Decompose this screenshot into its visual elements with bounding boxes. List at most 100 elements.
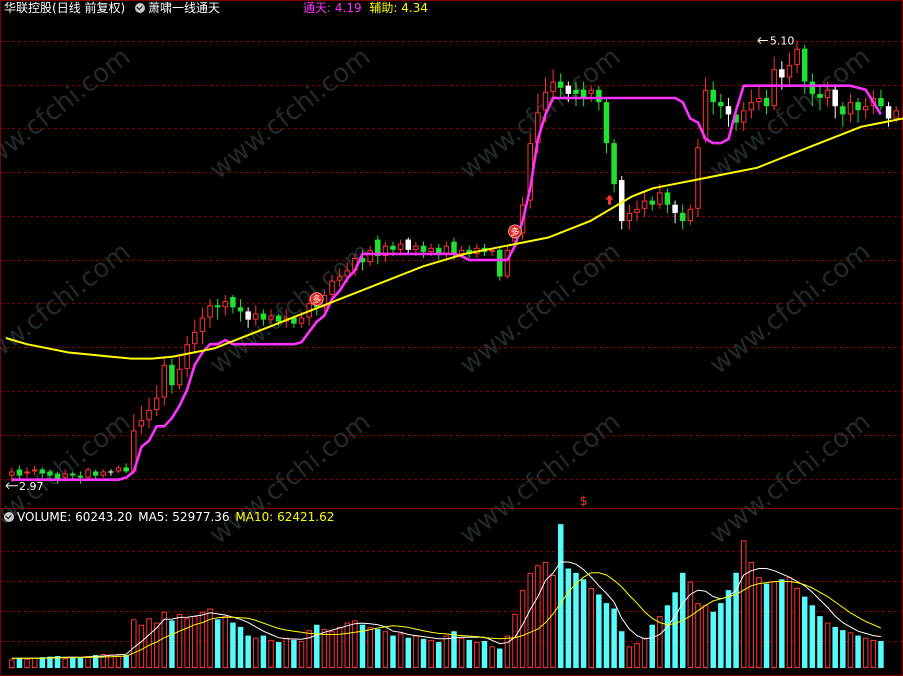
candle[interactable] <box>230 294 236 314</box>
volume-bar[interactable] <box>740 540 747 669</box>
volume-bar[interactable] <box>184 618 190 668</box>
volume-bar[interactable] <box>794 587 800 669</box>
volume-bar[interactable] <box>611 608 617 668</box>
volume-bar[interactable] <box>24 658 30 669</box>
volume-bar[interactable] <box>428 639 434 668</box>
chart-canvas[interactable]: www.cfchi.com www.cfchi.com www.cfchi.com w… <box>0 0 903 676</box>
candle[interactable] <box>847 93 854 123</box>
candle[interactable] <box>740 102 747 131</box>
volume-bar[interactable] <box>16 658 23 668</box>
volume-bar[interactable] <box>672 592 678 668</box>
volume-bar[interactable] <box>420 638 427 668</box>
volume-bar[interactable] <box>169 620 175 668</box>
candle[interactable] <box>611 139 617 193</box>
candle[interactable] <box>397 239 404 254</box>
volume-bar[interactable] <box>176 613 183 668</box>
volume-bar[interactable] <box>9 659 15 668</box>
candle[interactable] <box>756 85 762 111</box>
volume-bar[interactable] <box>214 619 221 668</box>
volume-bar[interactable] <box>458 637 465 668</box>
candle[interactable] <box>214 299 221 320</box>
volume-bar[interactable] <box>550 574 556 669</box>
candle[interactable] <box>725 97 732 127</box>
candle[interactable] <box>855 97 861 123</box>
candle[interactable] <box>626 204 633 230</box>
volume-bar[interactable] <box>451 631 457 668</box>
volume-bar[interactable] <box>725 590 732 668</box>
volume-bar[interactable] <box>199 611 206 668</box>
volume-bar[interactable] <box>626 646 633 668</box>
candle[interactable] <box>108 469 114 476</box>
candle[interactable] <box>687 204 694 226</box>
candle[interactable] <box>16 465 23 480</box>
volume-bar[interactable] <box>771 581 777 669</box>
volume-bar[interactable] <box>436 642 442 668</box>
candle[interactable] <box>176 356 183 390</box>
volume-bar[interactable] <box>321 629 328 668</box>
volume-bar[interactable] <box>756 577 762 669</box>
volume-bar[interactable] <box>413 635 419 668</box>
volume-bar[interactable] <box>275 642 282 668</box>
volume-bar[interactable] <box>512 613 518 668</box>
volume-bar[interactable] <box>710 611 716 668</box>
volume-bar[interactable] <box>573 572 579 668</box>
volume-bar[interactable] <box>649 624 655 668</box>
candle[interactable] <box>771 56 777 111</box>
volume-bar[interactable] <box>481 640 488 668</box>
buy-signal-badge[interactable]: 多 <box>309 292 324 306</box>
volume-bar[interactable] <box>138 624 145 668</box>
candle[interactable] <box>115 465 122 474</box>
candle[interactable] <box>862 97 869 119</box>
volume-bar[interactable] <box>375 629 381 668</box>
candle[interactable] <box>672 200 678 224</box>
volume-bar[interactable] <box>809 605 816 668</box>
candle[interactable] <box>375 235 381 265</box>
candle[interactable] <box>832 85 838 119</box>
volume-bar[interactable] <box>535 565 541 669</box>
volume-bar[interactable] <box>222 616 229 668</box>
candle[interactable] <box>169 358 175 394</box>
volume-bar[interactable] <box>702 605 709 668</box>
price-panel[interactable] <box>5 40 903 484</box>
volume-bar[interactable] <box>283 637 290 668</box>
candle[interactable] <box>679 204 686 230</box>
volume-bar[interactable] <box>786 577 793 669</box>
candle[interactable] <box>504 245 511 279</box>
volume-bar[interactable] <box>405 637 412 668</box>
volume-bar[interactable] <box>39 657 46 668</box>
candle[interactable] <box>748 89 755 119</box>
volume-bar[interactable] <box>131 619 137 668</box>
candle[interactable] <box>649 196 655 211</box>
volume-bar[interactable] <box>840 630 846 668</box>
volume-bar[interactable] <box>527 572 533 669</box>
volume-bar[interactable] <box>306 630 312 668</box>
volume-bar[interactable] <box>123 655 129 668</box>
volume-bar[interactable] <box>474 642 480 668</box>
volume-bar[interactable] <box>565 568 572 668</box>
volume-bar[interactable] <box>657 616 663 668</box>
volume-bar[interactable] <box>85 656 91 668</box>
volume-bar[interactable] <box>489 646 495 668</box>
volume-bar[interactable] <box>352 620 358 668</box>
volume-bar[interactable] <box>664 605 671 668</box>
candle[interactable] <box>878 89 884 111</box>
candle[interactable] <box>885 102 892 127</box>
candle[interactable] <box>710 81 716 115</box>
candle[interactable] <box>436 243 442 261</box>
volume-bar[interactable] <box>824 622 831 668</box>
volume-bar[interactable] <box>253 637 259 668</box>
candle[interactable] <box>664 188 671 213</box>
volume-bar[interactable] <box>832 626 838 668</box>
candle[interactable] <box>161 356 168 406</box>
volume-bar[interactable] <box>443 635 450 668</box>
candle[interactable] <box>146 397 152 429</box>
volume-bar[interactable] <box>634 643 640 668</box>
volume-bar[interactable] <box>230 622 236 668</box>
volume-bar[interactable] <box>855 635 861 668</box>
candle[interactable] <box>153 385 160 417</box>
volume-bar[interactable] <box>817 616 823 668</box>
volume-bar[interactable] <box>519 590 526 669</box>
candle[interactable] <box>718 93 724 119</box>
volume-bar[interactable] <box>245 635 251 668</box>
volume-bar[interactable] <box>344 622 351 668</box>
